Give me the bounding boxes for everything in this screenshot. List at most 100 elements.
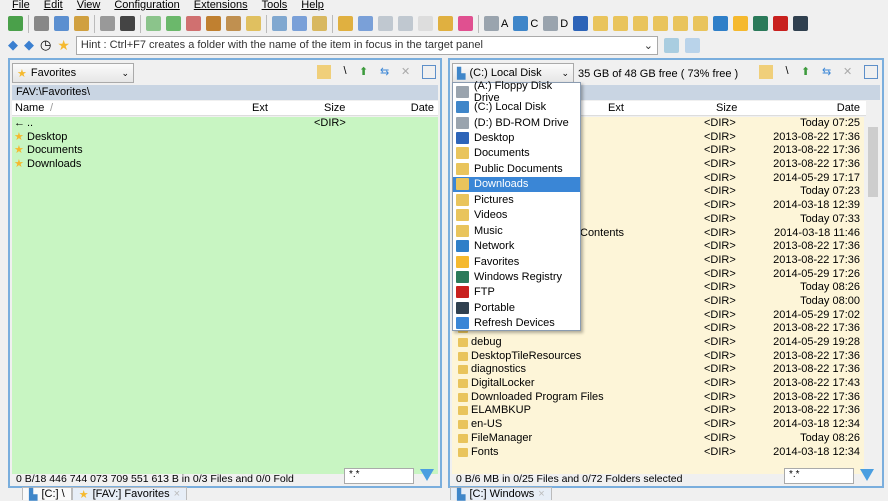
dropdown-item-windows-registry[interactable]: Windows Registry xyxy=(453,269,580,284)
toolbar-button-icon[interactable] xyxy=(8,16,23,31)
table-row[interactable]: Fonts <DIR> 2014-03-18 12:34 xyxy=(452,446,864,460)
favorites-star-icon[interactable]: ★ xyxy=(57,37,70,54)
toolbar-button-icon[interactable] xyxy=(166,16,181,31)
tab-favorites[interactable]: ★ [FAV:] Favorites × xyxy=(71,487,188,501)
filter-icon[interactable] xyxy=(860,469,874,481)
toolbar-button-icon[interactable] xyxy=(34,16,49,31)
tree-icon[interactable] xyxy=(759,65,773,79)
col-ext[interactable]: Ext xyxy=(608,102,624,114)
toolbar-button-icon[interactable] xyxy=(773,16,789,31)
toolbar-button-icon[interactable] xyxy=(312,16,327,31)
view-icon[interactable] xyxy=(422,65,436,79)
tab-c-windows[interactable]: ▙ [C:] Windows × xyxy=(450,487,552,501)
menu-edit[interactable]: Edit xyxy=(44,0,63,12)
toolbar-button-icon[interactable] xyxy=(573,16,589,31)
dropdown-item-network[interactable]: Network xyxy=(453,238,580,253)
menu-configuration[interactable]: Configuration xyxy=(114,0,179,12)
close-icon[interactable]: × xyxy=(174,488,180,500)
toolbar-button-icon[interactable] xyxy=(793,16,809,31)
view-icon[interactable] xyxy=(864,65,878,79)
toolbar-button-icon[interactable] xyxy=(186,16,201,31)
refresh-icon[interactable]: ⇆ xyxy=(822,65,836,79)
col-name[interactable]: Name xyxy=(15,102,44,114)
toolbar-button-icon[interactable] xyxy=(146,16,161,31)
toolbar-button-icon[interactable] xyxy=(398,16,413,31)
root-icon[interactable]: \ xyxy=(780,65,794,79)
parent-folder-icon[interactable]: ⬆ xyxy=(359,65,373,79)
toolbar-button-icon[interactable] xyxy=(513,16,529,31)
dropdown-item-desktop[interactable]: Desktop xyxy=(453,130,580,145)
dropdown-item-public-documents[interactable]: Public Documents xyxy=(453,161,580,176)
left-file-list[interactable]: ←.. <DIR> ★ Desktop ★ Documents ★ Downloads xyxy=(12,117,438,474)
table-row[interactable]: ELAMBKUP <DIR> 2013-08-22 17:36 xyxy=(452,404,864,418)
toolbar-button-icon[interactable] xyxy=(74,16,89,31)
toolbar-button-icon[interactable] xyxy=(292,16,307,31)
notes-icon[interactable] xyxy=(663,37,679,53)
list-item[interactable]: ★ Downloads xyxy=(12,158,438,172)
tree-icon[interactable] xyxy=(317,65,331,79)
table-row[interactable]: FileManager <DIR> Today 08:26 xyxy=(452,432,864,446)
menu-tools[interactable]: Tools xyxy=(262,0,288,12)
dropdown-item-favorites[interactable]: Favorites xyxy=(453,254,580,269)
dropdown-item-pictures[interactable]: Pictures xyxy=(453,192,580,207)
scroll-thumb[interactable] xyxy=(868,127,878,197)
disconnect-icon[interactable]: ✕ xyxy=(843,65,857,79)
toolbar-button-icon[interactable] xyxy=(378,16,393,31)
table-row[interactable]: en-US <DIR> 2014-03-18 12:34 xyxy=(452,418,864,432)
toolbar-button-icon[interactable] xyxy=(418,16,433,31)
toolbar-button-icon[interactable] xyxy=(633,16,649,31)
col-date[interactable]: Date xyxy=(411,102,434,114)
col-size[interactable]: Size xyxy=(324,102,345,114)
back-icon[interactable]: ◆ xyxy=(8,37,18,53)
left-filter-input[interactable]: *.* xyxy=(344,468,414,484)
col-date[interactable]: Date xyxy=(837,102,860,114)
toolbar-button-icon[interactable] xyxy=(338,16,353,31)
toolbar-button-icon[interactable] xyxy=(358,16,373,31)
table-row[interactable]: debug <DIR> 2014-05-29 19:28 xyxy=(452,336,864,350)
toolbar-button-icon[interactable] xyxy=(753,16,769,31)
toolbar-button-icon[interactable] xyxy=(226,16,241,31)
dropdown-item-refresh-devices[interactable]: Refresh Devices xyxy=(453,316,580,331)
disconnect-icon[interactable]: ✕ xyxy=(401,65,415,79)
right-filter-input[interactable]: *.* xyxy=(784,468,854,484)
hint-combo[interactable]: Hint : Ctrl+F7 creates a folder with the… xyxy=(75,35,658,55)
vertical-scrollbar[interactable] xyxy=(866,101,880,471)
menu-extensions[interactable]: Extensions xyxy=(194,0,248,12)
col-size[interactable]: Size xyxy=(716,102,737,114)
toolbar-button-icon[interactable] xyxy=(100,16,115,31)
menu-help[interactable]: Help xyxy=(301,0,324,12)
toolbar-button-icon[interactable] xyxy=(438,16,453,31)
list-item[interactable]: ←.. <DIR> xyxy=(12,117,438,131)
table-row[interactable]: Downloaded Program Files <DIR> 2013-08-22 … xyxy=(452,391,864,405)
menu-file[interactable]: File xyxy=(12,0,30,12)
dropdown-item-portable[interactable]: Portable xyxy=(453,300,580,315)
table-row[interactable]: DesktopTileResources <DIR> 2013-08-22 17:3… xyxy=(452,350,864,364)
close-icon[interactable]: × xyxy=(538,488,544,500)
toolbar-button-icon[interactable] xyxy=(613,16,629,31)
dropdown-item-d-bd-rom-drive[interactable]: (D:) BD-ROM Drive xyxy=(453,115,580,130)
list-item[interactable]: ★ Desktop xyxy=(12,131,438,145)
dropdown-item-ftp[interactable]: FTP xyxy=(453,285,580,300)
col-ext[interactable]: Ext xyxy=(252,102,268,114)
toolbar-button-icon[interactable] xyxy=(733,16,749,31)
toolbar-button-icon[interactable] xyxy=(484,16,499,31)
dropdown-item-downloads[interactable]: Downloads xyxy=(453,176,580,193)
drive-letter-d[interactable]: D xyxy=(560,18,568,30)
forward-icon[interactable]: ◆ xyxy=(24,37,34,53)
root-icon[interactable]: \ xyxy=(338,65,352,79)
toolbar-button-icon[interactable] xyxy=(458,16,473,31)
list-item[interactable]: ★ Documents xyxy=(12,144,438,158)
toolbar-button-icon[interactable] xyxy=(246,16,261,31)
dropdown-item-videos[interactable]: Videos xyxy=(453,208,580,223)
toolbar-button-icon[interactable] xyxy=(206,16,221,31)
toolbar-button-icon[interactable] xyxy=(54,16,69,31)
toolbar-button-icon[interactable] xyxy=(693,16,709,31)
tab-c-root[interactable]: ▙ [C:] \ xyxy=(22,487,72,501)
history-icon[interactable]: ◷ xyxy=(40,37,51,53)
toolbar-button-icon[interactable] xyxy=(120,16,135,31)
drive-letter-c[interactable]: C xyxy=(530,18,538,30)
toolbar-button-icon[interactable] xyxy=(543,16,559,31)
dropdown-item-a-floppy-disk-drive[interactable]: (A:) Floppy Disk Drive xyxy=(453,80,580,104)
toolbar-button-icon[interactable] xyxy=(593,16,609,31)
save-layout-icon[interactable] xyxy=(684,37,700,53)
